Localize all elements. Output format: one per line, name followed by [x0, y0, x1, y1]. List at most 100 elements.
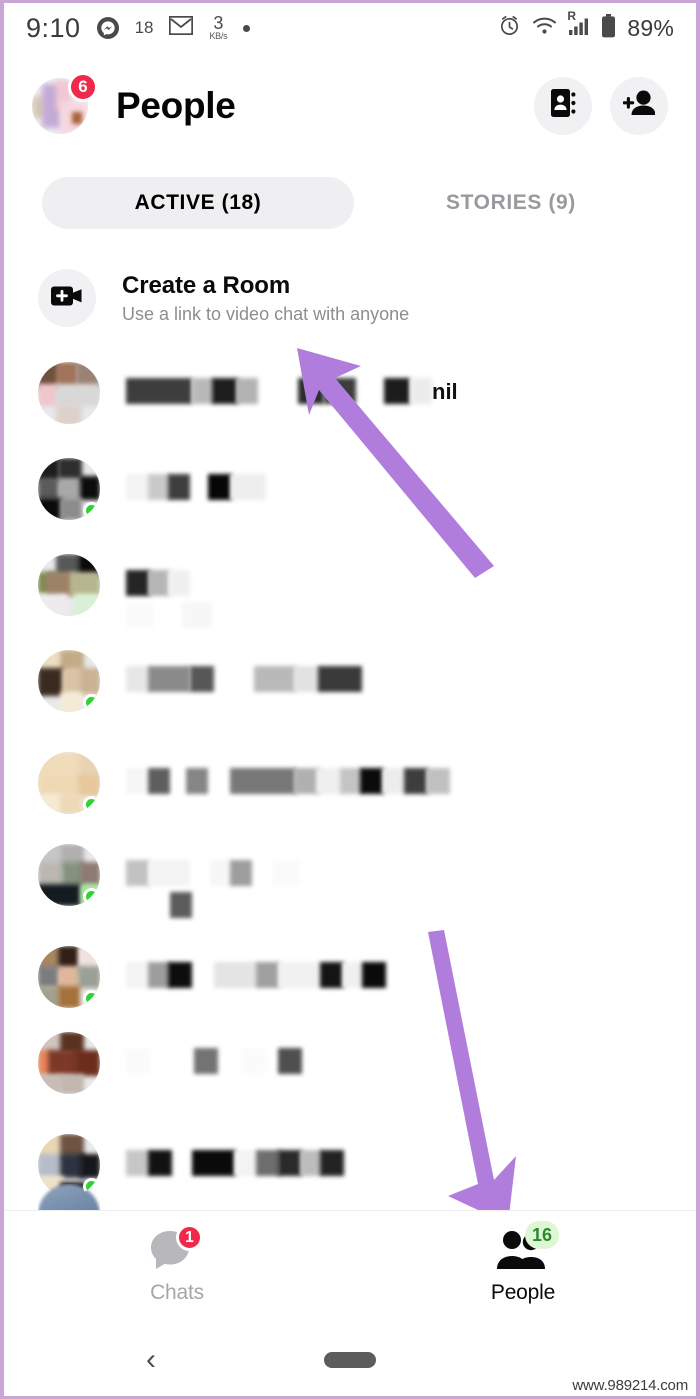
- redaction-block: [360, 768, 384, 794]
- avatar[interactable]: [38, 554, 100, 616]
- avatar-pixel: [78, 774, 100, 796]
- avatar-pixel: [38, 594, 68, 616]
- redaction-block: [148, 474, 170, 500]
- avatar-pixel: [38, 384, 58, 406]
- chats-icon-wrapper: 1: [149, 1224, 205, 1273]
- avatar-pixel: [56, 404, 82, 424]
- contacts-book-button[interactable]: [534, 76, 592, 135]
- people-list[interactable]: nil: [4, 347, 696, 1210]
- redaction-block: [212, 378, 238, 404]
- avatar-pixel: [38, 862, 64, 886]
- redaction-block: [148, 860, 190, 886]
- redaction-block: [410, 378, 432, 404]
- table-row[interactable]: [4, 737, 696, 829]
- avatar-pixel: [74, 594, 100, 616]
- tab-stories[interactable]: STORIES (9): [446, 191, 576, 215]
- redaction-block: [186, 768, 208, 794]
- redaction-block: [256, 962, 280, 988]
- tab-active[interactable]: ACTIVE (18): [42, 177, 354, 229]
- create-room-title: Create a Room: [122, 271, 291, 299]
- table-row[interactable]: [4, 443, 696, 535]
- redaction-block: [126, 666, 150, 692]
- avatar[interactable]: [38, 362, 100, 424]
- avatar-pixel: [60, 692, 82, 712]
- redaction-block: [168, 570, 190, 596]
- redaction-block: [126, 1150, 150, 1176]
- table-row[interactable]: [4, 931, 696, 1023]
- home-pill-icon[interactable]: [324, 1351, 376, 1368]
- back-chevron-icon[interactable]: ‹: [146, 1343, 156, 1377]
- nav-item-chats[interactable]: 1 Chats: [4, 1224, 350, 1305]
- redaction-block: [148, 570, 170, 596]
- avatar-pixel: [80, 476, 100, 500]
- network-speed-value: 3: [213, 13, 224, 34]
- avatar-pixel: [38, 986, 60, 1008]
- avatar-pixel: [38, 1154, 62, 1178]
- avatar-pixel: [58, 478, 82, 500]
- redaction-block: [148, 666, 190, 692]
- redaction-block: [362, 962, 386, 988]
- redaction-block: [340, 768, 362, 794]
- redaction-block: [342, 962, 364, 988]
- dot-indicator-icon: [243, 24, 251, 32]
- redaction-block: [278, 1048, 302, 1074]
- redaction-block: [230, 474, 266, 500]
- system-navigation-bar: ‹ www.989214.com: [4, 1323, 696, 1396]
- table-row[interactable]: [4, 635, 696, 727]
- roaming-label: R: [567, 8, 577, 23]
- avatar[interactable]: [38, 946, 100, 1008]
- redaction-block: [272, 860, 300, 886]
- table-row[interactable]: nil: [4, 347, 696, 439]
- redacted-name: [126, 768, 662, 798]
- redaction-block: [126, 1048, 150, 1074]
- avatar-pixel: [38, 478, 60, 500]
- create-room-row[interactable]: Create a Room Use a link to video chat w…: [4, 255, 696, 341]
- redaction-block: [192, 1150, 236, 1176]
- avatar[interactable]: [38, 1032, 100, 1094]
- table-row[interactable]: [4, 539, 696, 631]
- avatar[interactable]: [38, 650, 100, 712]
- battery-icon: [601, 13, 616, 43]
- alarm-clock-icon: [498, 14, 521, 42]
- table-row[interactable]: [4, 829, 696, 921]
- header-actions: [534, 76, 668, 135]
- messenger-count: 18: [134, 18, 154, 37]
- avatar[interactable]: [38, 752, 100, 814]
- redaction-block: [168, 474, 190, 500]
- status-time: 9:10: [26, 12, 81, 43]
- app-header: 6 People: [4, 58, 696, 153]
- table-row[interactable]: [4, 1119, 696, 1210]
- add-person-button[interactable]: [610, 76, 668, 135]
- online-status-dot: [83, 990, 100, 1007]
- redaction-block: [148, 1150, 172, 1176]
- redaction-block: [298, 378, 324, 404]
- avatar-pixel: [60, 1074, 84, 1094]
- chats-unread-badge: 1: [176, 1224, 203, 1251]
- online-status-dot: [83, 502, 100, 519]
- avatar-pixel: [60, 794, 82, 814]
- redaction-block: [168, 962, 192, 988]
- online-status-dot: [83, 796, 100, 813]
- avatar-pixel: [60, 498, 82, 520]
- redacted-name: [126, 666, 662, 696]
- avatar-pixel: [58, 986, 80, 1008]
- leftover-name-fragment: nil: [432, 379, 458, 404]
- redaction-block: [242, 1048, 266, 1074]
- avatar-pixel: [56, 384, 100, 406]
- redaction-block: [382, 768, 406, 794]
- redaction-block: [404, 768, 428, 794]
- avatar[interactable]: [38, 458, 100, 520]
- avatar-pixel: [38, 884, 82, 906]
- redaction-block: [214, 962, 258, 988]
- people-icon-wrapper: 16: [495, 1221, 559, 1273]
- redaction-block: [170, 892, 192, 918]
- avatar[interactable]: [38, 844, 100, 906]
- nav-item-people[interactable]: 16 People: [350, 1221, 696, 1305]
- video-room-icon-wrapper: [38, 269, 96, 327]
- redaction-block: [278, 1150, 302, 1176]
- profile-avatar-wrapper[interactable]: 6: [32, 71, 98, 134]
- cellular-signal-icon: R: [567, 9, 590, 41]
- gmail-icon: [169, 15, 194, 40]
- table-row[interactable]: [4, 1017, 696, 1109]
- redaction-block: [300, 1150, 322, 1176]
